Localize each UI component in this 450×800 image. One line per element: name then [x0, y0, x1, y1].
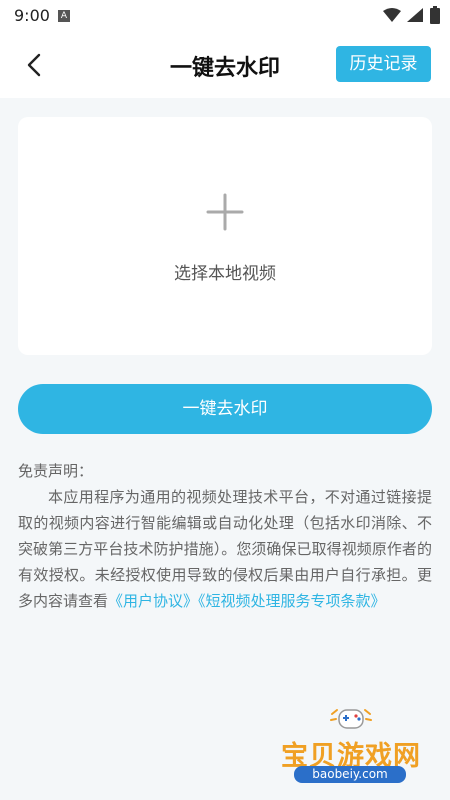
status-bar: 9:00 A: [0, 0, 450, 32]
user-agreement-link[interactable]: 《用户协议》: [108, 592, 198, 610]
status-time: 9:00: [14, 6, 50, 25]
battery-icon: [430, 6, 440, 24]
notification-icon: A: [58, 10, 70, 22]
history-button[interactable]: 历史记录: [336, 46, 431, 82]
watermark-url: baobeiy.com: [294, 766, 406, 783]
service-terms-link[interactable]: 《短视频处理服务专项条款》: [198, 592, 386, 610]
app-header: 一键去水印 历史记录: [0, 32, 450, 98]
disclaimer-heading: 免责声明：: [18, 462, 94, 480]
wifi-icon: [383, 8, 401, 22]
signal-icon: [407, 8, 423, 22]
site-watermark: 宝贝游戏网 baobeiy.com: [276, 704, 426, 784]
plus-icon: [206, 193, 244, 231]
chevron-left-icon: [27, 53, 41, 77]
select-video-card[interactable]: 选择本地视频: [18, 117, 432, 355]
gamepad-icon: [330, 709, 372, 729]
back-button[interactable]: [20, 50, 50, 80]
disclaimer: 免责声明： 本应用程序为通用的视频处理技术平台，不对通过链接提取的视频内容进行智…: [18, 458, 432, 614]
remove-watermark-button[interactable]: 一键去水印: [18, 384, 432, 434]
select-video-label: 选择本地视频: [174, 264, 276, 284]
disclaimer-body: 本应用程序为通用的视频处理技术平台，不对通过链接提取的视频内容进行智能编辑或自动…: [18, 484, 432, 614]
